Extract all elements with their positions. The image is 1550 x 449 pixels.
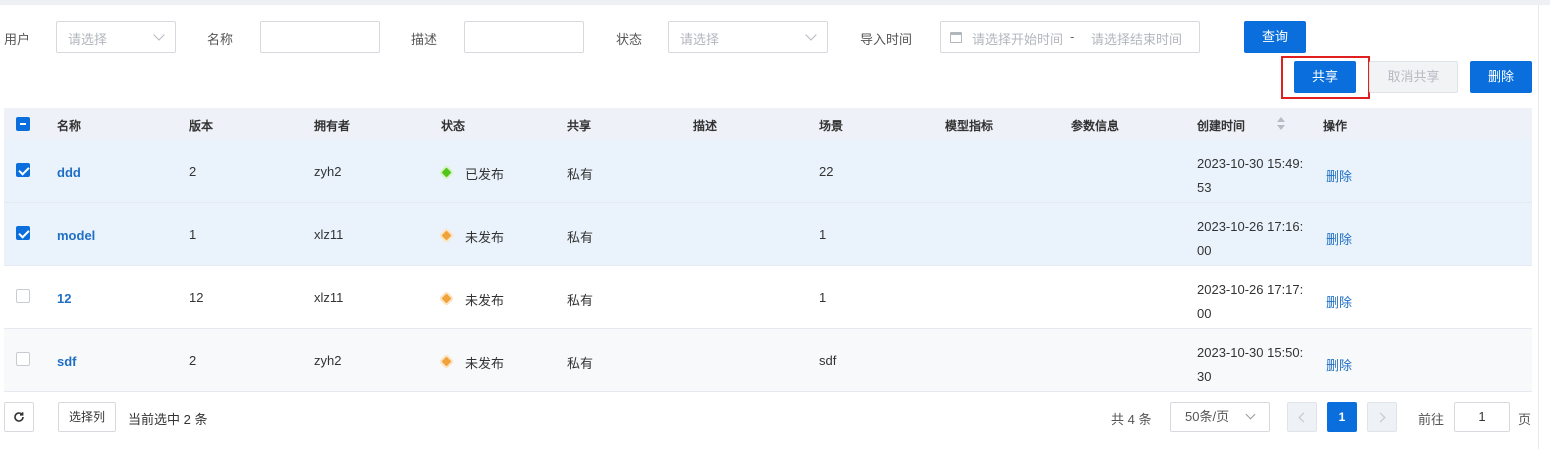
col-metric[interactable]: 模型指标 (945, 117, 993, 134)
row-status: 未发布 (465, 230, 505, 245)
goto-page-input[interactable]: 1 (1454, 402, 1510, 432)
delete-button[interactable]: 删除 (1470, 61, 1532, 93)
table-row[interactable]: sdf 2 zyh2 未发布 私有 sdf 2023-10-30 15:50:3… (4, 329, 1532, 392)
chevron-down-icon (153, 29, 165, 41)
chevron-left-icon (1298, 412, 1309, 423)
user-select[interactable]: 请选择 (56, 21, 176, 53)
range-separator: - (1070, 29, 1075, 44)
row-version: 2 (189, 164, 197, 179)
status-select-placeholder: 请选择 (680, 32, 720, 47)
col-created[interactable]: 创建时间 (1197, 117, 1245, 134)
col-scene[interactable]: 场景 (819, 117, 843, 134)
query-button[interactable]: 查询 (1244, 21, 1306, 53)
row-delete-link[interactable]: 删除 (1326, 166, 1352, 185)
name-input[interactable] (260, 21, 380, 53)
import-time-label: 导入时间 (860, 32, 913, 47)
row-created: 2023-10-30 15:49:53 (1197, 156, 1304, 195)
row-version: 2 (189, 353, 197, 368)
row-name-link[interactable]: sdf (57, 354, 77, 369)
select-columns-button[interactable]: 选择列 (58, 402, 116, 432)
col-params[interactable]: 参数信息 (1071, 117, 1119, 134)
calendar-icon (950, 32, 962, 43)
total-count: 共 4 条 (1111, 412, 1152, 427)
status-dot-icon (441, 167, 452, 178)
row-owner: zyh2 (314, 353, 342, 368)
table-row[interactable]: ddd 2 zyh2 已发布 私有 22 2023-10-30 15:49:53… (4, 140, 1532, 203)
row-checkbox[interactable] (16, 226, 30, 240)
row-status: 未发布 (465, 356, 505, 371)
highlight-box (1281, 56, 1370, 99)
row-delete-link[interactable]: 删除 (1326, 229, 1352, 248)
row-delete-link[interactable]: 删除 (1326, 355, 1352, 374)
row-version: 1 (189, 227, 197, 242)
row-share: 私有 (567, 293, 594, 308)
status-dot-icon (441, 356, 452, 367)
unshare-button[interactable]: 取消共享 (1369, 61, 1458, 93)
status-select[interactable]: 请选择 (668, 21, 828, 53)
col-actions: 操作 (1323, 119, 1348, 133)
col-name[interactable]: 名称 (57, 117, 81, 134)
row-name-link[interactable]: model (57, 228, 95, 243)
page-size-select[interactable]: 50条/页 (1170, 402, 1270, 432)
refresh-button[interactable] (4, 402, 34, 432)
row-status: 已发布 (465, 167, 505, 182)
desc-filter-label: 描述 (411, 32, 438, 47)
col-version[interactable]: 版本 (189, 117, 213, 134)
selected-info: 当前选中 2 条 (128, 412, 208, 427)
col-desc[interactable]: 描述 (693, 117, 717, 134)
row-checkbox[interactable] (16, 289, 30, 303)
row-version: 12 (189, 290, 204, 305)
row-scene: sdf (819, 353, 837, 368)
page-1-button[interactable]: 1 (1327, 402, 1357, 432)
row-created: 2023-10-26 17:17:00 (1197, 282, 1304, 321)
row-share: 私有 (567, 230, 594, 245)
row-share: 私有 (567, 167, 594, 182)
refresh-icon (14, 412, 24, 422)
col-status[interactable]: 状态 (441, 117, 465, 134)
chevron-right-icon (1375, 412, 1386, 423)
import-time-range[interactable]: 请选择开始时间 - 请选择结束时间 (940, 21, 1200, 53)
row-name-link[interactable]: 12 (57, 291, 71, 306)
goto-label: 前往 (1418, 412, 1445, 427)
row-status: 未发布 (465, 293, 505, 308)
page-size-value: 50条/页 (1185, 409, 1230, 424)
status-dot-icon (441, 230, 452, 241)
row-created: 2023-10-26 17:16:00 (1197, 219, 1304, 258)
table-row[interactable]: 12 12 xlz11 未发布 私有 1 2023-10-26 17:17:00… (4, 266, 1532, 329)
row-name-link[interactable]: ddd (57, 165, 81, 180)
chevron-down-icon (1245, 409, 1256, 420)
status-dot-icon (441, 293, 452, 304)
prev-page-button[interactable] (1287, 402, 1317, 432)
desc-input[interactable] (464, 21, 584, 53)
page-suffix: 页 (1518, 412, 1532, 427)
row-scene: 1 (819, 227, 827, 242)
row-delete-link[interactable]: 删除 (1326, 292, 1352, 311)
table-header: 名称 版本 拥有者 状态 共享 描述 场景 模型指标 参数信息 创建时间 操作 (4, 108, 1532, 140)
top-divider (0, 0, 1550, 5)
name-filter-label: 名称 (207, 32, 234, 47)
user-select-placeholder: 请选择 (68, 32, 108, 47)
sort-icon[interactable] (1276, 116, 1286, 132)
col-share[interactable]: 共享 (567, 117, 591, 134)
row-checkbox[interactable] (16, 163, 30, 177)
row-owner: zyh2 (314, 164, 342, 179)
row-scene: 1 (819, 290, 827, 305)
select-all-checkbox[interactable] (16, 117, 30, 131)
user-filter-label: 用户 (4, 32, 31, 47)
col-owner[interactable]: 拥有者 (314, 117, 350, 134)
right-divider (1538, 5, 1539, 449)
row-share: 私有 (567, 356, 594, 371)
row-owner: xlz11 (314, 290, 344, 305)
row-scene: 22 (819, 164, 834, 179)
row-owner: xlz11 (314, 227, 344, 242)
start-time-input[interactable]: 请选择开始时间 (972, 29, 1062, 48)
row-created: 2023-10-30 15:50:30 (1197, 345, 1304, 384)
row-checkbox[interactable] (16, 352, 30, 366)
chevron-down-icon (805, 29, 817, 41)
table-row[interactable]: model 1 xlz11 未发布 私有 1 2023-10-26 17:16:… (4, 203, 1532, 266)
end-time-input[interactable]: 请选择结束时间 (1091, 29, 1184, 48)
next-page-button[interactable] (1367, 402, 1397, 432)
status-filter-label: 状态 (616, 32, 643, 47)
